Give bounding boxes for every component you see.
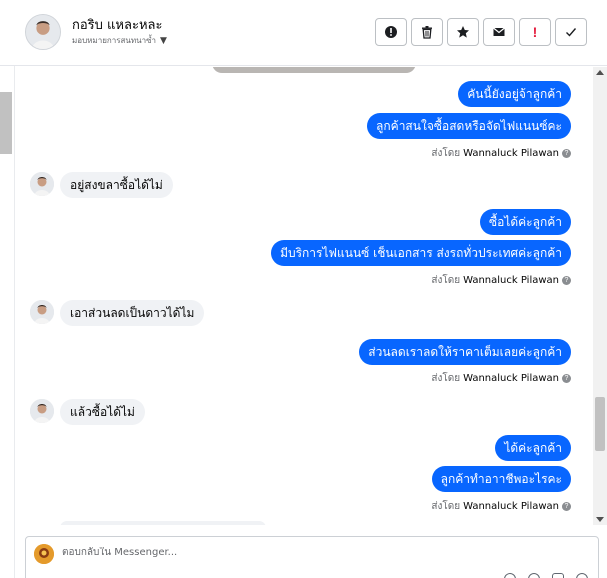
exclamation-icon: ! — [532, 24, 538, 40]
thread-scrollbar[interactable] — [593, 67, 607, 525]
outgoing-message[interactable]: ส่วนลดเราลดให้ราคาเต็มเลยค่ะลูกค้า — [359, 339, 571, 365]
help-icon[interactable]: ? — [562, 374, 571, 383]
reply-composer — [25, 536, 599, 578]
sent-by-label: ส่งโดย Wannaluck Pilawan ? — [431, 371, 571, 386]
composer-actions — [504, 573, 588, 578]
contact-avatar-small[interactable] — [30, 172, 54, 196]
incoming-message[interactable]: แล้วซื้อได้ไม่ — [60, 399, 145, 425]
follow-up-button[interactable]: ! — [519, 18, 551, 46]
incoming-message[interactable]: อยู่สงขลาซื้อได้ไม่ — [60, 172, 173, 198]
sent-by-prefix: ส่งโดย — [431, 373, 461, 384]
reply-input[interactable] — [62, 547, 442, 558]
outgoing-message[interactable]: คันนี้ยังอยู่จ้าลูกค้า — [458, 81, 571, 107]
trash-icon — [422, 26, 432, 39]
star-button[interactable] — [447, 18, 479, 46]
sent-by-prefix: ส่งโดย — [431, 275, 461, 286]
alert-circle-icon — [385, 26, 397, 38]
sent-by-label: ส่งโดย Wannaluck Pilawan ? — [431, 273, 571, 288]
help-icon[interactable]: ? — [562, 502, 571, 511]
sent-by-prefix: ส่งโดย — [431, 501, 461, 512]
contact-avatar-small[interactable] — [30, 300, 54, 324]
mark-unread-button[interactable] — [483, 18, 515, 46]
sent-by-agent: Wannaluck Pilawan — [463, 275, 559, 286]
attach-icon[interactable] — [504, 573, 516, 578]
assign-conversation-dropdown[interactable]: มอบหมายการสนทนาซ้ำ ▼ — [72, 34, 167, 47]
scroll-down-arrow-icon[interactable] — [596, 517, 604, 522]
outgoing-message[interactable]: ลูกค้าสนใจซื้อสดหรือจัดไฟแนนซ์คะ — [367, 113, 571, 139]
sent-by-agent: Wannaluck Pilawan — [463, 148, 559, 159]
mark-done-button[interactable] — [555, 18, 587, 46]
contact-name[interactable]: กอริบ แหละหละ — [72, 14, 162, 35]
chevron-down-icon: ▼ — [160, 36, 167, 46]
delete-button[interactable] — [411, 18, 443, 46]
outgoing-message[interactable]: ลูกค้าทำอาาชีพอะไรคะ — [431, 466, 571, 492]
conversation-header: กอริบ แหละหละ มอบหมายการสนทนาซ้ำ ▼ ! — [0, 0, 607, 66]
help-icon[interactable]: ? — [562, 276, 571, 285]
sent-by-agent: Wannaluck Pilawan — [463, 373, 559, 384]
left-panel-edge — [0, 0, 15, 578]
report-spam-button[interactable] — [375, 18, 407, 46]
help-icon[interactable]: ? — [562, 149, 571, 158]
sent-by-label: ส่งโดย Wannaluck Pilawan ? — [431, 146, 571, 161]
scroll-up-arrow-icon[interactable] — [596, 70, 604, 75]
shared-image-attachment[interactable] — [212, 67, 416, 73]
envelope-icon — [493, 27, 505, 36]
check-icon — [566, 28, 577, 37]
contact-avatar-small[interactable] — [30, 399, 54, 423]
outgoing-message[interactable]: มีบริการไฟแนนซ์ เช็นเอกสาร ส่งรถทั่วประเ… — [271, 240, 571, 266]
sent-by-label: ส่งโดย Wannaluck Pilawan ? — [431, 499, 571, 514]
gif-icon[interactable] — [576, 573, 588, 578]
emoji-icon[interactable] — [528, 573, 540, 578]
star-icon — [457, 26, 469, 38]
left-scrollbar-thumb[interactable] — [0, 92, 12, 154]
outgoing-message[interactable]: ซื้อได้ค่ะลูกค้า — [479, 209, 571, 235]
saved-reply-icon[interactable] — [552, 573, 564, 578]
assign-conversation-label: มอบหมายการสนทนาซ้ำ — [72, 36, 157, 45]
page-avatar — [34, 544, 54, 564]
scrollbar-thumb[interactable] — [595, 397, 605, 451]
sent-by-prefix: ส่งโดย — [431, 148, 461, 159]
message-thread[interactable]: คันนี้ยังอยู่จ้าลูกค้า ลูกค้าสนใจซื้อสดห… — [16, 67, 593, 525]
incoming-message-partial[interactable] — [60, 521, 266, 525]
contact-avatar[interactable] — [25, 14, 61, 50]
outgoing-message[interactable]: ได้ค่ะลูกค้า — [495, 435, 571, 461]
conversation-toolbar: ! — [375, 18, 587, 46]
sent-by-agent: Wannaluck Pilawan — [463, 501, 559, 512]
incoming-message[interactable]: เอาส่วนลดเป็นดาวได้ไม — [60, 300, 205, 326]
